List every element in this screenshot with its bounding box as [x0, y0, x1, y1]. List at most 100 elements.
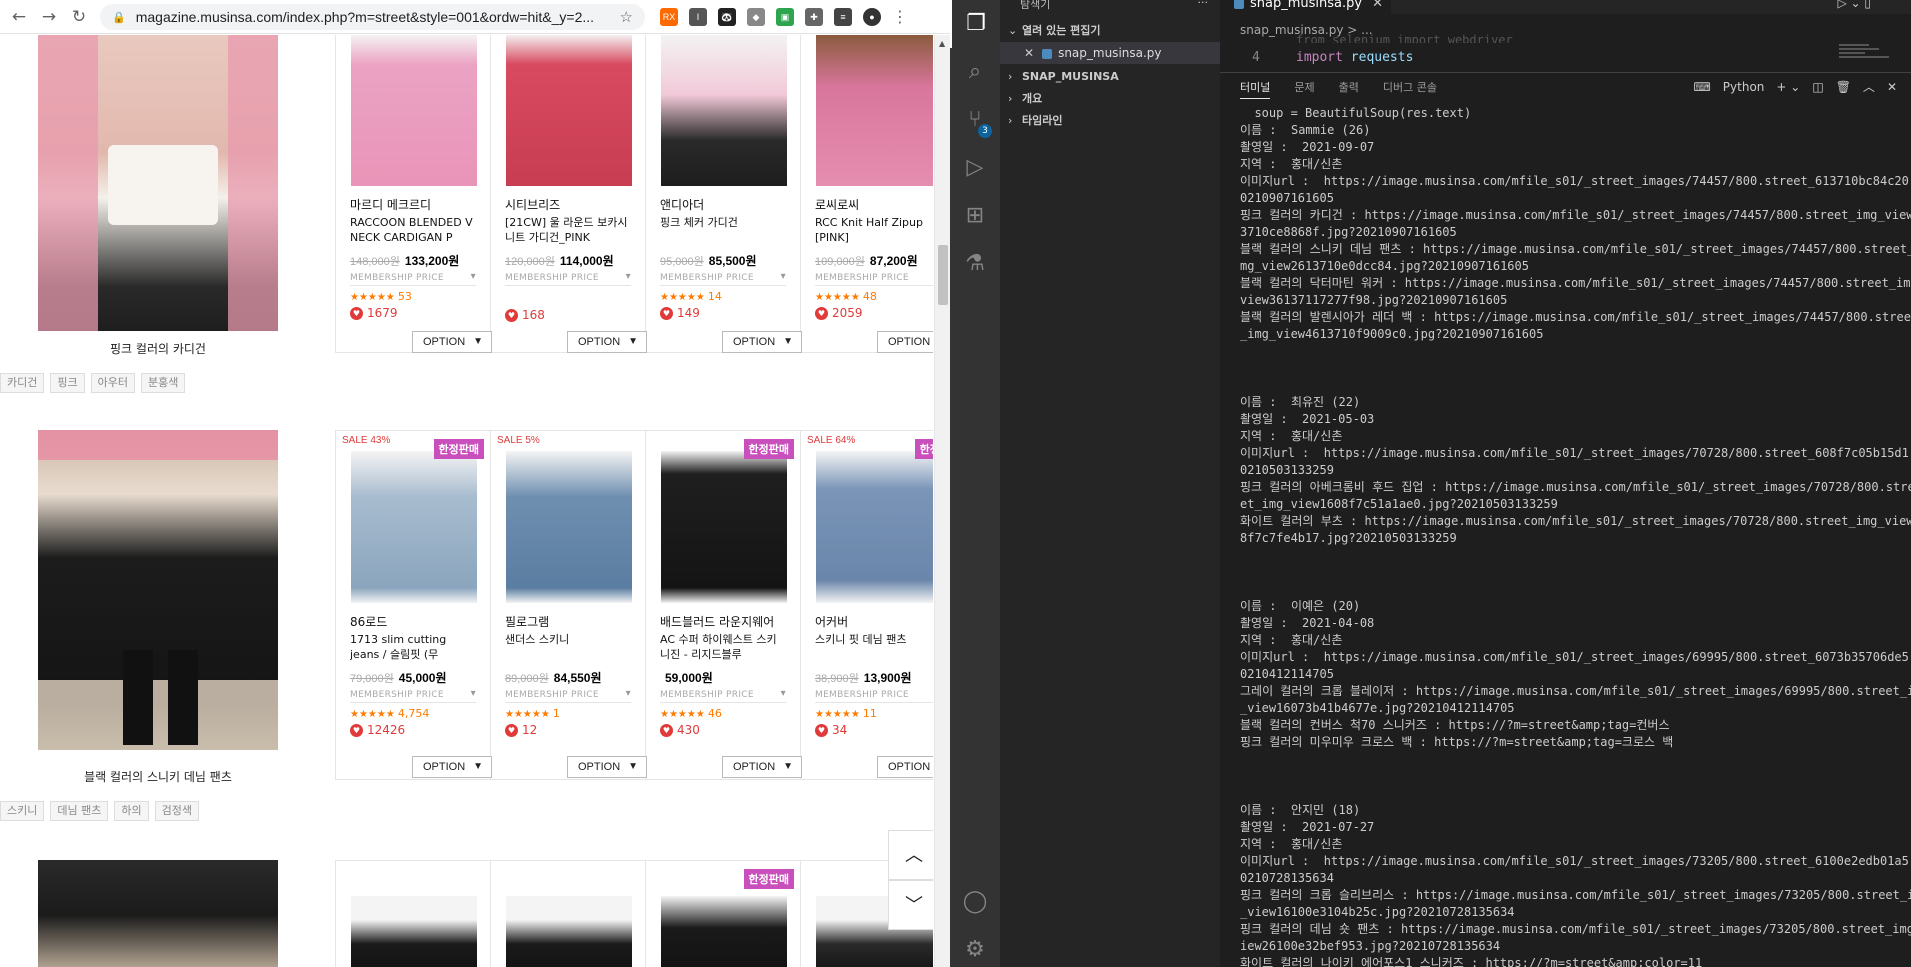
extensions-icon[interactable]: ⊞: [950, 192, 1000, 240]
code-line[interactable]: 4 import requests: [1220, 50, 1820, 68]
tag[interactable]: 핑크: [50, 373, 85, 393]
outline-section[interactable]: › 개요: [1000, 88, 1220, 110]
heart-icon[interactable]: ♥: [660, 723, 673, 737]
tag[interactable]: 아우터: [90, 373, 135, 393]
more-menu-icon[interactable]: ⋮: [892, 7, 908, 26]
puzzle-icon[interactable]: ✚: [805, 7, 823, 26]
product-name[interactable]: 1713 slim cutting jeans / 슬림핏 (무: [350, 632, 476, 664]
option-button[interactable]: OPTION▼: [877, 756, 933, 778]
likes[interactable]: ♥ 1679: [350, 306, 476, 320]
close-icon[interactable]: ✕: [1024, 46, 1034, 60]
open-editors-section[interactable]: ⌄ 열려 있는 편집기: [1000, 20, 1220, 42]
terminal-shell-label[interactable]: Python: [1723, 80, 1765, 94]
product-brand[interactable]: 필로그램: [505, 613, 631, 630]
product-name[interactable]: AC 수퍼 하이웨스트 스키니진 - 리지드블루: [660, 632, 786, 664]
membership-price[interactable]: MEMBERSHIP PRICE: [505, 688, 631, 703]
explorer-icon[interactable]: ❐: [950, 0, 1000, 48]
scroll-up-arrow-icon[interactable]: ▲: [939, 39, 945, 48]
search-icon[interactable]: ⌕: [950, 48, 1000, 96]
option-button[interactable]: OPTION▼: [877, 331, 933, 353]
tag[interactable]: 카디건: [0, 373, 45, 393]
product-image[interactable]: [506, 896, 632, 967]
product-card[interactable]: SALE 43% 한정판매 86로드 1713 slim cutting jea…: [336, 431, 491, 779]
back-icon[interactable]: ←: [8, 6, 30, 28]
likes[interactable]: ♥ 12: [505, 723, 631, 737]
tab-debug-console[interactable]: 디버그 콘솔: [1383, 79, 1437, 99]
product-card[interactable]: 시티브리즈 [21CW] 울 라운드 보카시 니트 가디건_PINK 120,0…: [491, 35, 646, 352]
playlist-icon[interactable]: ≡: [834, 7, 852, 26]
maximize-panel-icon[interactable]: ︿: [1863, 78, 1875, 95]
kill-terminal-icon[interactable]: 🗑: [1836, 80, 1851, 94]
likes[interactable]: ♥ 149: [660, 306, 786, 320]
product-brand[interactable]: 로씨로씨: [815, 196, 933, 213]
product-card[interactable]: 한정판매 배드블러드 라운지웨어 AC 수퍼 하이웨스트 스키니진 - 리지드블…: [646, 431, 801, 779]
product-card[interactable]: 마르디 메크르디 RACCOON BLENDED V NECK CARDIGAN…: [336, 35, 491, 352]
product-image[interactable]: [661, 451, 787, 603]
product-image[interactable]: [506, 451, 632, 603]
extension-i-icon[interactable]: I: [689, 7, 707, 26]
product-name[interactable]: 핑크 체커 가디건: [660, 215, 786, 247]
tag[interactable]: 분홍색: [141, 373, 186, 393]
product-brand[interactable]: 어커버: [815, 613, 933, 630]
tab-problems[interactable]: 문제: [1294, 79, 1314, 99]
heart-icon[interactable]: ♥: [815, 723, 828, 737]
extension-shield-icon[interactable]: ◆: [747, 7, 765, 26]
product-name[interactable]: 스키니 핏 데님 팬츠: [815, 632, 933, 664]
tag[interactable]: 스키니: [0, 801, 45, 821]
product-brand[interactable]: 마르디 메크르디: [350, 196, 476, 213]
product-card[interactable]: SALE 5% 필로그램 샌더스 스키니 89,000원 84,550원 MEMB…: [491, 431, 646, 779]
heart-icon[interactable]: ♥: [350, 723, 363, 737]
run-icon[interactable]: ▷ ⌄ ▯: [1837, 0, 1871, 10]
membership-price[interactable]: MEMBERSHIP PRICE: [350, 688, 476, 703]
avatar[interactable]: ●: [863, 7, 881, 26]
product-name[interactable]: [21CW] 울 라운드 보카시 니트 가디건_PINK: [505, 215, 631, 247]
scrollbar-thumb[interactable]: [938, 245, 948, 305]
extension-green-icon[interactable]: ▣: [776, 7, 794, 26]
scroll-top-button[interactable]: ︿: [888, 830, 933, 880]
product-card[interactable]: [336, 861, 491, 967]
heart-icon[interactable]: ♥: [350, 306, 363, 320]
product-card[interactable]: 한정판매: [646, 861, 801, 967]
option-button[interactable]: OPTION▼: [722, 331, 802, 353]
tab-terminal[interactable]: 터미널: [1240, 79, 1271, 99]
account-icon[interactable]: ◯: [950, 878, 1000, 926]
split-terminal-icon[interactable]: ◫: [1812, 80, 1823, 94]
minimap[interactable]: [1835, 40, 1905, 70]
snap-photo[interactable]: [38, 430, 278, 750]
option-button[interactable]: OPTION▼: [722, 756, 802, 778]
product-card[interactable]: [491, 861, 646, 967]
close-tab-icon[interactable]: ✕: [1372, 0, 1383, 11]
code-line-partial[interactable]: from selenium import webdriver: [1296, 33, 1513, 43]
heart-icon[interactable]: ♥: [505, 723, 518, 737]
product-name[interactable]: RCC Knit Half Zipup [PINK]: [815, 215, 933, 247]
heart-icon[interactable]: ♥: [660, 306, 673, 320]
product-brand[interactable]: 앤디아더: [660, 196, 786, 213]
page-scrollbar[interactable]: ▲: [934, 35, 950, 967]
product-brand[interactable]: 시티브리즈: [505, 196, 631, 213]
membership-price[interactable]: MEMBERSHIP PRICE: [505, 271, 631, 286]
timeline-section[interactable]: › 타임라인: [1000, 110, 1220, 132]
product-image[interactable]: [506, 35, 632, 186]
snap-photo[interactable]: [38, 35, 278, 331]
bookmark-star-icon[interactable]: ☆: [620, 8, 633, 26]
tag[interactable]: 검정색: [154, 801, 199, 821]
product-card[interactable]: 로씨로씨 RCC Knit Half Zipup [PINK] 109,000원…: [801, 35, 933, 352]
source-control-icon[interactable]: ⑂ 3: [950, 96, 1000, 144]
heart-icon[interactable]: ♥: [815, 306, 828, 320]
likes[interactable]: ♥ 168: [505, 308, 631, 322]
close-panel-icon[interactable]: ✕: [1887, 80, 1897, 94]
option-button[interactable]: OPTION▼: [412, 331, 492, 353]
product-brand[interactable]: 배드블러드 라운지웨어: [660, 613, 786, 630]
url-text[interactable]: magazine.musinsa.com/index.php?m=street&…: [136, 9, 594, 25]
address-bar[interactable]: 🔒 magazine.musinsa.com/index.php?m=stree…: [100, 4, 645, 30]
tag[interactable]: 데님 팬츠: [50, 801, 109, 821]
product-image[interactable]: [816, 451, 933, 603]
membership-price[interactable]: MEMBERSHIP PRICE: [660, 271, 786, 286]
tab-output[interactable]: 출력: [1339, 79, 1359, 99]
product-card[interactable]: SALE 64% 한정판 어커버 스키니 핏 데님 팬츠 38,900원 13,9…: [801, 431, 933, 779]
membership-price[interactable]: MEMBERSHIP PRICE: [350, 271, 476, 286]
heart-icon[interactable]: ♥: [505, 308, 518, 322]
option-button[interactable]: OPTION▼: [567, 331, 647, 353]
editor-tab[interactable]: snap_musinsa.py ✕: [1220, 0, 1391, 14]
product-name[interactable]: RACCOON BLENDED V NECK CARDIGAN P: [350, 215, 476, 247]
